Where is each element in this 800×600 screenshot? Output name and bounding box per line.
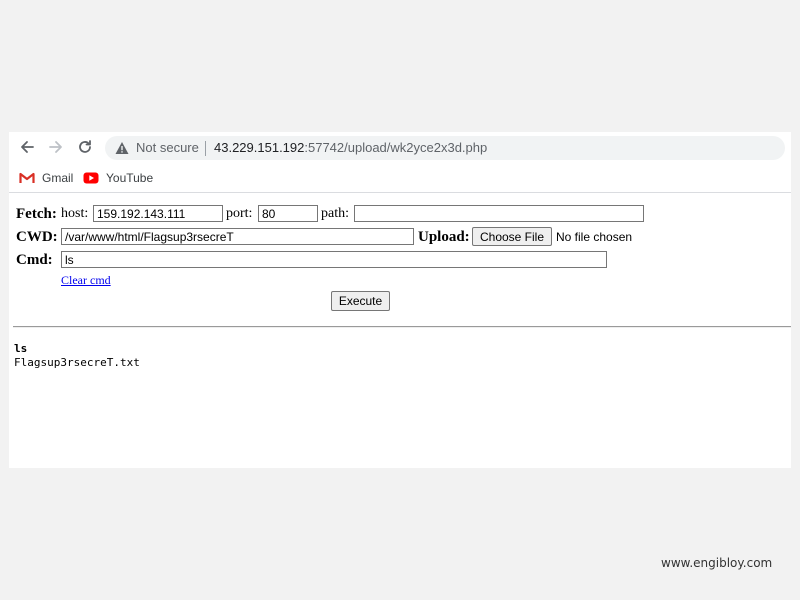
clear-cmd-link[interactable]: Clear cmd bbox=[61, 273, 111, 288]
upload-label: Upload: bbox=[418, 229, 470, 245]
youtube-icon bbox=[83, 172, 99, 184]
bookmarks-bar: Gmail YouTube bbox=[9, 164, 791, 193]
url-host: 43.229.151.192 bbox=[214, 140, 305, 155]
warning-icon[interactable] bbox=[115, 141, 129, 155]
watermark-text: www.engibloy.com bbox=[661, 556, 773, 570]
gmail-icon bbox=[19, 172, 35, 183]
port-label: port: bbox=[226, 206, 253, 221]
fetch-label: Fetch: bbox=[16, 206, 57, 222]
reload-icon bbox=[79, 140, 91, 153]
url-path: :57742/upload/wk2yce2x3d.php bbox=[304, 140, 488, 155]
path-input[interactable] bbox=[354, 205, 644, 222]
address-bar[interactable]: Not secure 43.229.151.192:57742/upload/w… bbox=[105, 136, 785, 160]
host-label: host: bbox=[61, 206, 89, 221]
back-arrow-icon bbox=[21, 141, 34, 153]
browser-window: Not secure 43.229.151.192:57742/upload/w… bbox=[9, 132, 791, 468]
forward-button[interactable] bbox=[46, 138, 66, 156]
path-label: path: bbox=[321, 206, 349, 221]
divider bbox=[13, 326, 791, 328]
reload-button[interactable] bbox=[75, 138, 95, 156]
output-command: ls bbox=[14, 342, 28, 355]
forward-arrow-icon bbox=[49, 141, 62, 153]
page-content: Fetch: host: 159.192.143.111 port: 80 pa… bbox=[9, 193, 791, 468]
bookmark-youtube[interactable]: YouTube bbox=[83, 170, 153, 186]
security-status[interactable]: Not secure bbox=[136, 140, 199, 155]
choose-file-button[interactable]: Choose File bbox=[472, 227, 552, 246]
cwd-input[interactable]: /var/www/html/Flagsup3rsecreT bbox=[61, 228, 414, 245]
cwd-label: CWD: bbox=[16, 229, 58, 245]
browser-toolbar: Not secure 43.229.151.192:57742/upload/w… bbox=[9, 132, 791, 162]
cmd-label: Cmd: bbox=[16, 252, 53, 268]
back-button[interactable] bbox=[17, 138, 37, 156]
bookmark-label: Gmail bbox=[42, 171, 74, 185]
bookmark-gmail[interactable]: Gmail bbox=[19, 170, 73, 186]
cmd-input[interactable]: ls bbox=[61, 251, 607, 268]
output-result: Flagsup3rsecreT.txt bbox=[14, 356, 140, 369]
port-input[interactable]: 80 bbox=[258, 205, 318, 222]
bookmark-label: YouTube bbox=[106, 171, 154, 185]
address-separator bbox=[205, 141, 206, 156]
command-output: ls Flagsup3rsecreT.txt bbox=[14, 342, 140, 370]
host-input[interactable]: 159.192.143.111 bbox=[93, 205, 223, 222]
execute-button[interactable]: Execute bbox=[331, 291, 390, 311]
url-text[interactable]: 43.229.151.192:57742/upload/wk2yce2x3d.p… bbox=[214, 140, 487, 155]
no-file-chosen-text: No file chosen bbox=[556, 230, 633, 244]
